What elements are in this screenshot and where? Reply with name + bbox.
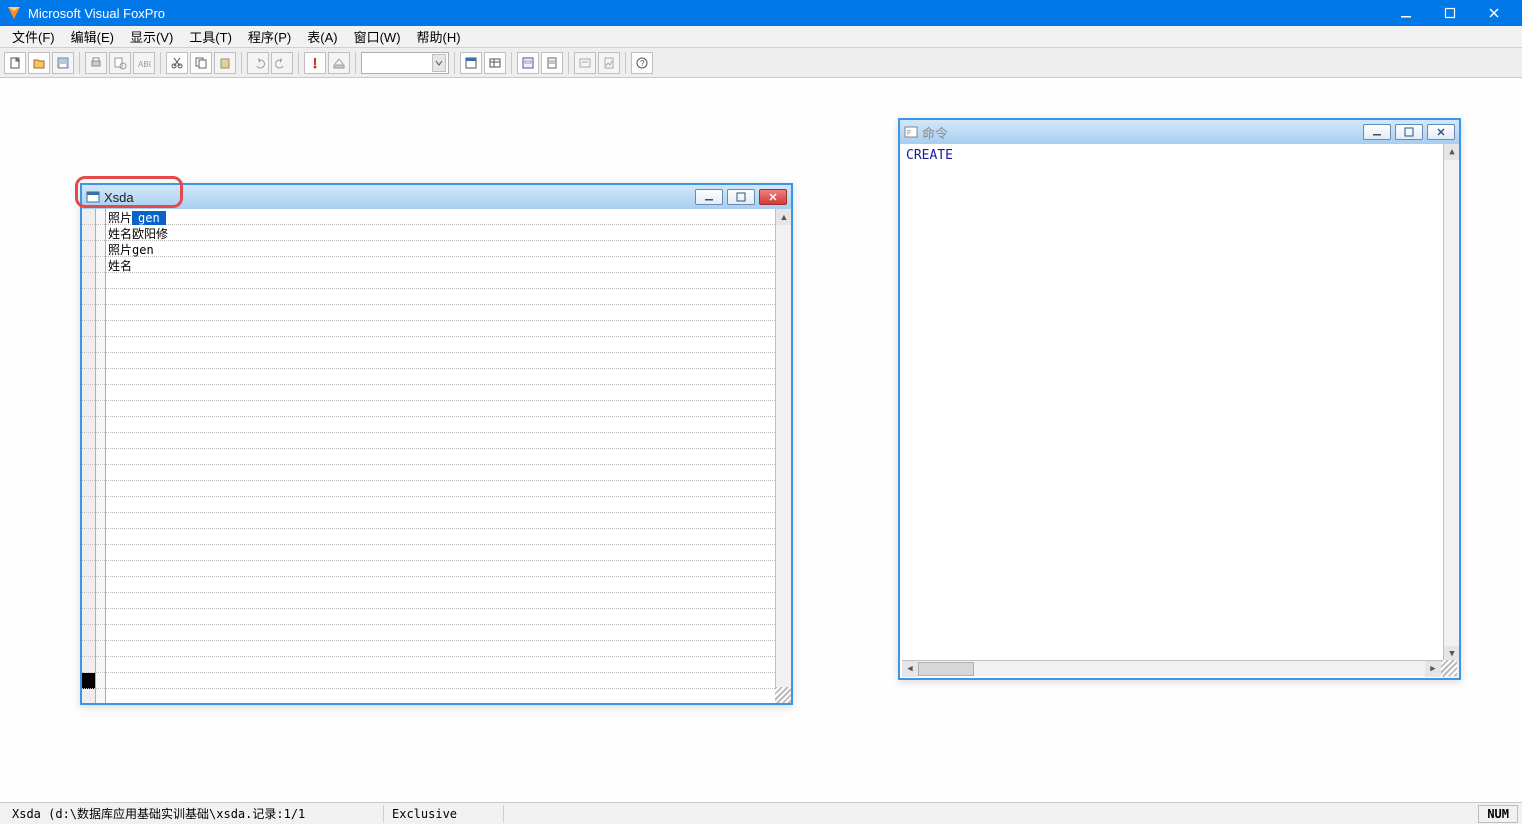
svg-text:?: ?	[640, 59, 645, 68]
delete-mark-column[interactable]	[96, 209, 106, 703]
save-button[interactable]	[52, 52, 74, 74]
scroll-right-icon[interactable]: ▶	[1425, 661, 1441, 677]
browse-minimize-button[interactable]	[695, 189, 723, 205]
app-title: Microsoft Visual FoxPro	[28, 6, 165, 21]
table-icon	[86, 190, 100, 204]
new-button[interactable]	[4, 52, 26, 74]
browse-window: Xsda	[80, 183, 793, 705]
modify-button[interactable]	[328, 52, 350, 74]
record-selector-column[interactable]	[82, 209, 96, 703]
menu-window[interactable]: 窗口(W)	[346, 25, 409, 48]
browse-row[interactable]: 照片gen	[106, 241, 775, 257]
statusbar: Xsda (d:\数据库应用基础实训基础\xsda.记录:1/1 Exclusi…	[0, 802, 1522, 824]
cut-button[interactable]	[166, 52, 188, 74]
browse-row[interactable]: 姓名	[106, 257, 775, 273]
toolbar-separator	[511, 52, 512, 74]
browse-maximize-button[interactable]	[727, 189, 755, 205]
toolbar-separator	[355, 52, 356, 74]
paste-button[interactable]	[214, 52, 236, 74]
menu-edit[interactable]: 编辑(E)	[63, 25, 122, 48]
scroll-up-icon[interactable]: ▲	[1444, 144, 1459, 160]
app-titlebar: Microsoft Visual FoxPro	[0, 0, 1522, 26]
browse-row[interactable]: 照片gen	[106, 209, 775, 225]
command-window: F 命令 CREATE ▲ ▼ ◀ ▶	[898, 118, 1461, 680]
close-button[interactable]	[1472, 0, 1516, 26]
command-horizontal-scrollbar[interactable]: ◀ ▶	[902, 660, 1441, 676]
menu-help[interactable]: 帮助(H)	[409, 25, 469, 48]
svg-text:ABC: ABC	[138, 60, 151, 69]
scroll-left-icon[interactable]: ◀	[902, 661, 918, 677]
scrollbar-thumb[interactable]	[918, 662, 974, 676]
maximize-button[interactable]	[1428, 0, 1472, 26]
command-text[interactable]: CREATE	[900, 144, 1443, 678]
open-button[interactable]	[28, 52, 50, 74]
command-maximize-button[interactable]	[1395, 124, 1423, 140]
help-button[interactable]: ?	[631, 52, 653, 74]
browse-row[interactable]: 姓名欧阳修	[106, 225, 775, 241]
browse-rows[interactable]: 照片gen 姓名欧阳修 照片gen 姓名	[106, 209, 775, 703]
scroll-up-icon[interactable]: ▲	[776, 209, 791, 225]
menu-table[interactable]: 表(A)	[299, 25, 345, 48]
svg-text:F: F	[907, 130, 911, 137]
menu-program[interactable]: 程序(P)	[240, 25, 299, 48]
command-titlebar[interactable]: F 命令	[900, 120, 1459, 144]
status-mode: Exclusive	[384, 805, 504, 823]
toolbar-separator	[568, 52, 569, 74]
toolbar-separator	[241, 52, 242, 74]
command-close-button[interactable]	[1427, 124, 1455, 140]
form-button[interactable]	[517, 52, 539, 74]
resize-grip-icon[interactable]	[1441, 660, 1457, 676]
undo-button[interactable]	[247, 52, 269, 74]
spell-button[interactable]: ABC	[133, 52, 155, 74]
toolbar-separator	[160, 52, 161, 74]
status-numlock: NUM	[1478, 805, 1518, 823]
toolbar-separator	[298, 52, 299, 74]
menu-file[interactable]: 文件(F)	[4, 25, 63, 48]
foxpro-icon	[6, 5, 22, 21]
toolbar-separator	[454, 52, 455, 74]
menu-view[interactable]: 显示(V)	[122, 25, 181, 48]
redo-button[interactable]	[271, 52, 293, 74]
browse-body: 照片gen 姓名欧阳修 照片gen 姓名 ▲ ▼	[82, 209, 791, 703]
data-session-button[interactable]	[484, 52, 506, 74]
browse-close-button[interactable]	[759, 189, 787, 205]
browse-vertical-scrollbar[interactable]: ▲ ▼	[775, 209, 791, 703]
browse-title: Xsda	[104, 190, 134, 205]
resize-grip-icon[interactable]	[775, 687, 791, 703]
toolbar: ABC ?	[0, 48, 1522, 78]
print-preview-button[interactable]	[109, 52, 131, 74]
chevron-down-icon	[432, 54, 446, 72]
command-vertical-scrollbar[interactable]: ▲ ▼	[1443, 144, 1459, 678]
minimize-button[interactable]	[1384, 0, 1428, 26]
status-path: Xsda (d:\数据库应用基础实训基础\xsda.记录:1/1	[4, 805, 384, 823]
print-button[interactable]	[85, 52, 107, 74]
command-title: 命令	[922, 123, 948, 142]
command-body[interactable]: CREATE ▲ ▼ ◀ ▶	[900, 144, 1459, 678]
autoform-button[interactable]	[574, 52, 596, 74]
autoreport-button[interactable]	[598, 52, 620, 74]
browse-titlebar[interactable]: Xsda	[82, 185, 791, 209]
workspace: Xsda	[0, 78, 1522, 802]
menubar: 文件(F) 编辑(E) 显示(V) 工具(T) 程序(P) 表(A) 窗口(W)…	[0, 26, 1522, 48]
run-button[interactable]	[304, 52, 326, 74]
toolbar-separator	[79, 52, 80, 74]
copy-button[interactable]	[190, 52, 212, 74]
toolbar-separator	[625, 52, 626, 74]
command-minimize-button[interactable]	[1363, 124, 1391, 140]
report-button[interactable]	[541, 52, 563, 74]
command-icon: F	[904, 125, 918, 139]
command-window-button[interactable]	[460, 52, 482, 74]
database-combo[interactable]	[361, 52, 449, 74]
menu-tools[interactable]: 工具(T)	[181, 25, 240, 48]
